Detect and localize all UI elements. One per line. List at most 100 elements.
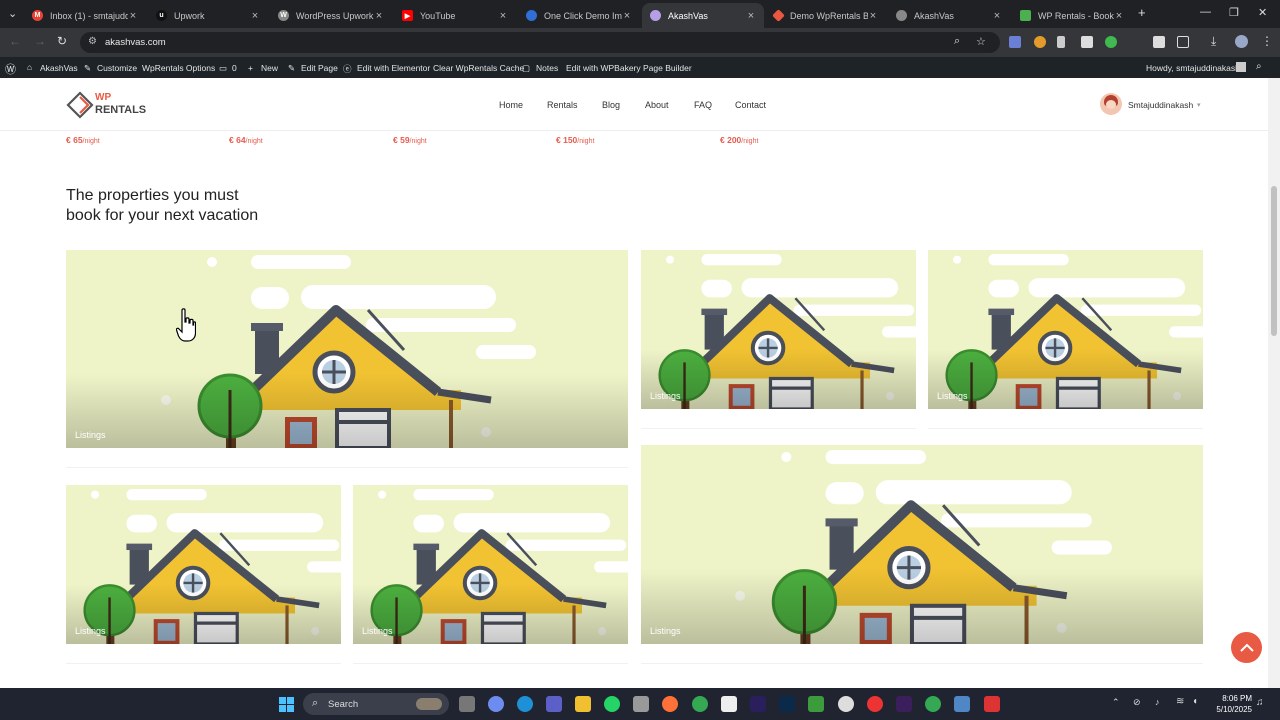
back-icon[interactable]: ← — [9, 34, 21, 48]
minimize-icon[interactable]: — — [1200, 6, 1211, 18]
property-card[interactable]: Listings — [928, 250, 1203, 409]
volume-icon[interactable]: ◖ — [1192, 696, 1198, 707]
menu-kebab-icon[interactable]: ⋮ — [1261, 34, 1273, 48]
microphone-icon[interactable]: ♪ — [1155, 697, 1160, 707]
shield-extension-icon[interactable] — [1081, 36, 1093, 48]
wp-new[interactable]: New — [261, 63, 278, 73]
close-tab-icon[interactable]: × — [374, 10, 384, 22]
forward-icon[interactable]: → — [34, 34, 46, 48]
premiere-icon[interactable] — [896, 696, 912, 712]
card-label[interactable]: Listings — [650, 626, 681, 636]
bookmark-star-icon[interactable]: ☆ — [976, 35, 986, 48]
browser-tab[interactable]: ▶ YouTube × — [394, 3, 516, 28]
firefox-icon[interactable] — [662, 696, 678, 712]
edge-icon[interactable] — [517, 696, 533, 712]
windows-start-icon[interactable] — [279, 697, 294, 712]
photoshop-icon[interactable] — [779, 696, 795, 712]
eyedropper-icon[interactable] — [1057, 36, 1065, 48]
property-card[interactable]: Listings — [641, 445, 1203, 644]
taskbar-search[interactable]: ⌕ Search — [303, 693, 449, 715]
card-label[interactable]: Listings — [937, 391, 968, 401]
wp-howdy-user[interactable]: Howdy, smtajuddinakash — [1146, 63, 1240, 73]
property-card[interactable]: Listings — [66, 485, 341, 644]
site-info-icon[interactable]: ⚙ — [88, 36, 97, 47]
browser-tab[interactable]: AkashVas × — [888, 3, 1010, 28]
profile-avatar-icon[interactable] — [1235, 35, 1248, 48]
card-label[interactable]: Listings — [75, 430, 106, 440]
teams-icon[interactable] — [546, 696, 562, 712]
copilot-icon[interactable] — [488, 696, 504, 712]
user-name[interactable]: Smtajuddinakash — [1128, 100, 1193, 110]
browser-tab[interactable]: u Upwork × — [148, 3, 268, 28]
close-tab-icon[interactable]: × — [128, 10, 138, 22]
extension-icon[interactable] — [1034, 36, 1046, 48]
download-icon[interactable]: ⤓ — [1211, 34, 1216, 49]
nav-contact[interactable]: Contact — [735, 100, 766, 110]
browser-tab[interactable]: One Click Demo Import× — [518, 3, 640, 28]
chrome-icon[interactable] — [692, 696, 708, 712]
nav-faq[interactable]: FAQ — [694, 100, 712, 110]
notification-bell-icon[interactable]: ♫ — [1256, 697, 1264, 708]
extension-icon[interactable] — [1153, 36, 1165, 48]
wordpress-logo-icon[interactable]: Ⓦ — [5, 61, 16, 77]
nav-rentals[interactable]: Rentals — [547, 100, 578, 110]
zoom-icon[interactable]: ⌕ — [954, 35, 960, 48]
url-text[interactable]: akashvas.com — [105, 37, 166, 48]
card-label[interactable]: Listings — [362, 626, 393, 636]
property-card[interactable]: Listings — [353, 485, 628, 644]
extension-icon[interactable] — [1009, 36, 1021, 48]
wp-site-name[interactable]: AkashVas — [40, 63, 78, 73]
address-bar[interactable]: ⚙ akashvas.com ⌕ ☆ — [80, 32, 1000, 53]
wp-rentals-options[interactable]: WpRentals Options — [142, 63, 215, 73]
wifi-icon[interactable]: ≋ — [1176, 696, 1184, 707]
property-card[interactable]: Listings — [641, 250, 916, 409]
user-avatar[interactable] — [1100, 93, 1122, 115]
recorder-icon[interactable] — [984, 696, 1000, 712]
reload-icon[interactable]: ↻ — [57, 34, 67, 48]
nav-blog[interactable]: Blog — [602, 100, 620, 110]
page-scrollbar[interactable] — [1268, 78, 1280, 688]
extensions-puzzle-icon[interactable] — [1177, 36, 1189, 48]
network-off-icon[interactable]: ⊘ — [1133, 697, 1141, 708]
card-label[interactable]: Listings — [650, 391, 681, 401]
close-tab-icon[interactable]: × — [498, 10, 508, 22]
wp-notes[interactable]: Notes — [536, 63, 558, 73]
close-tab-icon[interactable]: × — [622, 10, 632, 22]
chevron-down-icon[interactable]: ▾ — [1197, 101, 1201, 109]
wp-edit-page[interactable]: Edit Page — [301, 63, 338, 73]
wp-edit-elementor[interactable]: Edit with Elementor — [357, 63, 430, 73]
browser-tab[interactable]: WP Rentals - Booking× — [1012, 3, 1132, 28]
user-avatar-icon[interactable] — [1236, 62, 1246, 72]
browser-tab[interactable]: M Inbox (1) - smtajuddinakash× — [24, 3, 146, 28]
wp-clear-cache[interactable]: Clear WpRentals Cache — [433, 63, 524, 73]
close-tab-icon[interactable]: × — [250, 10, 260, 22]
close-tab-icon[interactable]: × — [746, 10, 756, 22]
capcut-icon[interactable] — [721, 696, 737, 712]
tab-search-icon[interactable]: ⌄ — [8, 7, 17, 20]
nav-about[interactable]: About — [645, 100, 669, 110]
wp-edit-wpbakery[interactable]: Edit with WPBakery Page Builder — [566, 63, 692, 73]
app-icon[interactable] — [838, 696, 854, 712]
search-app-icon[interactable] — [867, 696, 883, 712]
tray-chevron-icon[interactable]: ⌃ — [1112, 697, 1120, 708]
file-explorer-icon[interactable] — [575, 696, 591, 712]
whatsapp-icon[interactable] — [604, 696, 620, 712]
close-tab-icon[interactable]: × — [992, 10, 1002, 22]
browser-tab[interactable]: W WordPress Upwork Clone× — [270, 3, 392, 28]
taskbar-clock[interactable]: 8:06 PM 5/10/2025 — [1212, 693, 1252, 715]
new-tab-button[interactable]: + — [1138, 5, 1146, 20]
after-effects-icon[interactable] — [750, 696, 766, 712]
wp-comments-count[interactable]: 0 — [232, 63, 237, 73]
wp-customize[interactable]: Customize — [97, 63, 137, 73]
scroll-to-top-button[interactable] — [1231, 632, 1262, 663]
camtasia-icon[interactable] — [808, 696, 824, 712]
notepad-icon[interactable] — [954, 696, 970, 712]
task-view-icon[interactable] — [459, 696, 475, 712]
scrollbar-thumb[interactable] — [1271, 186, 1277, 336]
close-tab-icon[interactable]: × — [868, 10, 878, 22]
chrome-icon[interactable] — [925, 696, 941, 712]
maximize-icon[interactable]: ❐ — [1229, 6, 1239, 19]
close-tab-icon[interactable]: × — [1114, 10, 1124, 22]
card-label[interactable]: Listings — [75, 626, 106, 636]
extension-icon[interactable] — [1105, 36, 1117, 48]
